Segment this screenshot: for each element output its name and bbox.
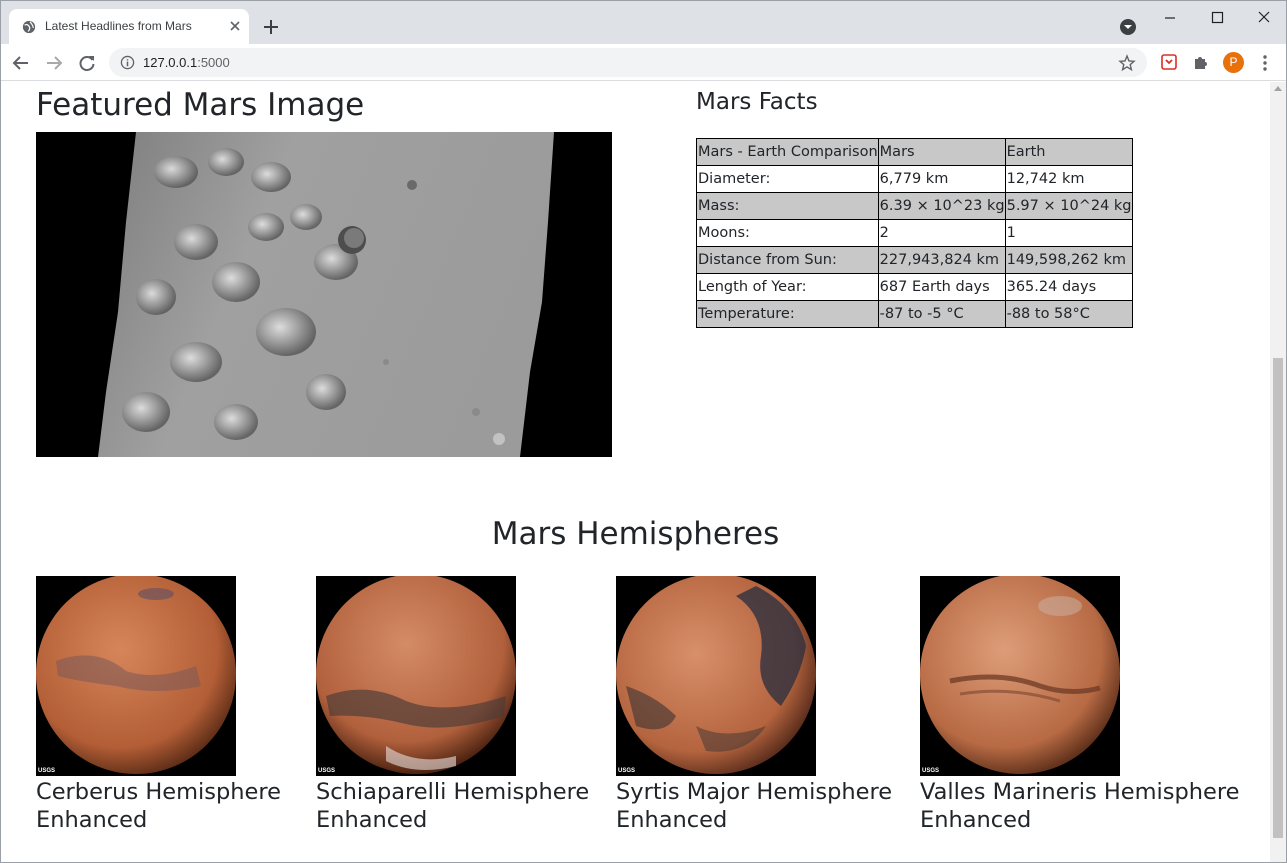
facts-cell: 5.97 × 10^24 kg xyxy=(1004,192,1133,220)
hemisphere-name-line1: Schiaparelli Hemisphere xyxy=(316,779,590,805)
facts-title: Mars Facts xyxy=(696,89,818,115)
usgs-logo: USGS xyxy=(38,768,56,774)
facts-cell: Length of Year: xyxy=(696,273,879,301)
maximize-icon[interactable] xyxy=(1194,5,1240,31)
info-icon[interactable] xyxy=(120,55,135,70)
hemisphere-name-line2: Enhanced xyxy=(920,807,1032,833)
hemisphere-image[interactable]: USGS xyxy=(36,576,236,776)
hemisphere-card-schiaparelli: USGS Schiaparelli Hemisphere Enhanced xyxy=(316,576,616,834)
usgs-logo: USGS xyxy=(922,768,940,774)
hemisphere-name[interactable]: Schiaparelli Hemisphere Enhanced xyxy=(316,778,616,834)
globe-icon xyxy=(22,20,36,34)
hemisphere-image[interactable]: USGS xyxy=(920,576,1120,776)
hemisphere-name-line1: Syrtis Major Hemisphere xyxy=(616,779,893,805)
tab-active[interactable]: Latest Headlines from Mars xyxy=(9,9,249,44)
menu-kebab-icon[interactable] xyxy=(1258,53,1272,73)
facts-cell: Earth xyxy=(1004,138,1133,166)
facts-cell: 6.39 × 10^23 kg xyxy=(877,192,1006,220)
tab-title: Latest Headlines from Mars xyxy=(45,19,192,33)
facts-cell: 12,742 km xyxy=(1004,165,1133,193)
scrollbar-thumb[interactable] xyxy=(1273,358,1283,838)
reload-icon[interactable] xyxy=(76,52,98,74)
extensions-puzzle-icon[interactable] xyxy=(1191,52,1211,72)
facts-row: Moons: 2 1 xyxy=(696,219,1133,247)
close-window-icon[interactable] xyxy=(1241,5,1287,31)
hemisphere-image[interactable]: USGS xyxy=(316,576,516,776)
facts-cell: Temperature: xyxy=(696,300,879,328)
facts-cell: Mass: xyxy=(696,192,879,220)
hemisphere-name[interactable]: Valles Marineris Hemisphere Enhanced xyxy=(920,778,1240,834)
facts-cell: 227,943,824 km xyxy=(877,246,1006,274)
address-bar[interactable]: 127.0.0.1:5000 xyxy=(109,48,1147,77)
facts-cell: Mars - Earth Comparison xyxy=(696,138,879,166)
featured-image-title: Featured Mars Image xyxy=(36,87,365,123)
facts-cell: Distance from Sun: xyxy=(696,246,879,274)
extension-pocket-icon[interactable] xyxy=(1159,52,1179,72)
hemisphere-name-line1: Valles Marineris Hemisphere xyxy=(920,779,1240,805)
hemisphere-card-cerberus: USGS Cerberus Hemisphere Enhanced xyxy=(36,576,336,834)
back-arrow-icon[interactable] xyxy=(10,52,32,74)
hemisphere-name-line2: Enhanced xyxy=(36,807,148,833)
facts-cell: 149,598,262 km xyxy=(1004,246,1133,274)
vertical-scrollbar[interactable] xyxy=(1270,82,1286,862)
mars-globe-graphic xyxy=(616,576,816,776)
facts-row: Mass: 6.39 × 10^23 kg 5.97 × 10^24 kg xyxy=(696,192,1133,220)
minimize-icon[interactable] xyxy=(1147,5,1193,31)
mars-globe-graphic xyxy=(920,576,1120,776)
hemisphere-name-line1: Cerberus Hemisphere xyxy=(36,779,281,805)
tab-search-icon[interactable] xyxy=(1119,18,1137,36)
usgs-logo: USGS xyxy=(618,768,636,774)
hemisphere-name-line2: Enhanced xyxy=(616,807,728,833)
featured-image-graphic xyxy=(36,132,612,457)
browser-toolbar: 127.0.0.1:5000 xyxy=(1,44,1286,81)
hemisphere-card-valles-marineris: USGS Valles Marineris Hemisphere Enhance… xyxy=(920,576,1240,834)
forward-arrow-icon[interactable] xyxy=(43,52,65,74)
facts-cell: 687 Earth days xyxy=(877,273,1006,301)
facts-cell: Mars xyxy=(877,138,1006,166)
facts-cell: -87 to -5 °C xyxy=(877,300,1006,328)
hemisphere-name[interactable]: Cerberus Hemisphere Enhanced xyxy=(36,778,336,834)
new-tab-icon[interactable] xyxy=(260,16,282,38)
facts-cell: 1 xyxy=(1004,219,1133,247)
url-text[interactable]: 127.0.0.1:5000 xyxy=(143,55,230,70)
facts-cell: 365.24 days xyxy=(1004,273,1133,301)
facts-row: Mars - Earth Comparison Mars Earth xyxy=(696,138,1133,166)
hemisphere-name[interactable]: Syrtis Major Hemisphere Enhanced xyxy=(616,778,916,834)
tab-strip: Latest Headlines from Mars xyxy=(1,1,1286,44)
close-tab-icon[interactable] xyxy=(227,18,243,34)
hemisphere-image[interactable]: USGS xyxy=(616,576,816,776)
mars-globe-graphic xyxy=(316,576,516,776)
mars-facts-table: Mars - Earth Comparison Mars Earth Diameter… xyxy=(696,138,1133,328)
hemisphere-card-syrtis-major: USGS Syrtis Major Hemisphere Enhanced xyxy=(616,576,916,834)
url-host: 127.0.0.1 xyxy=(143,55,198,70)
mars-globe-graphic xyxy=(36,576,236,776)
scroll-up-arrow-icon[interactable] xyxy=(1274,86,1282,91)
usgs-logo: USGS xyxy=(318,768,336,774)
facts-cell: 2 xyxy=(877,219,1006,247)
facts-row: Temperature: -87 to -5 °C -88 to 58°C xyxy=(696,300,1133,328)
facts-cell: 6,779 km xyxy=(877,165,1006,193)
facts-row: Diameter: 6,779 km 12,742 km xyxy=(696,165,1133,193)
facts-cell: Diameter: xyxy=(696,165,879,193)
featured-mars-image xyxy=(36,132,612,457)
facts-row: Length of Year: 687 Earth days 365.24 days xyxy=(696,273,1133,301)
hemisphere-name-line2: Enhanced xyxy=(316,807,428,833)
bookmark-star-icon[interactable] xyxy=(1118,54,1136,72)
hemispheres-title: Mars Hemispheres xyxy=(491,516,780,552)
profile-avatar[interactable]: P xyxy=(1223,52,1244,73)
url-port: :5000 xyxy=(197,55,230,70)
facts-cell: -88 to 58°C xyxy=(1004,300,1133,328)
browser-window: Latest Headlines from Mars 127.0.0.1:500… xyxy=(0,0,1287,863)
facts-cell: Moons: xyxy=(696,219,879,247)
facts-row: Distance from Sun: 227,943,824 km 149,598,… xyxy=(696,246,1133,274)
page-viewport: Featured Mars Image Mars Facts Mars - Ea… xyxy=(1,82,1270,862)
